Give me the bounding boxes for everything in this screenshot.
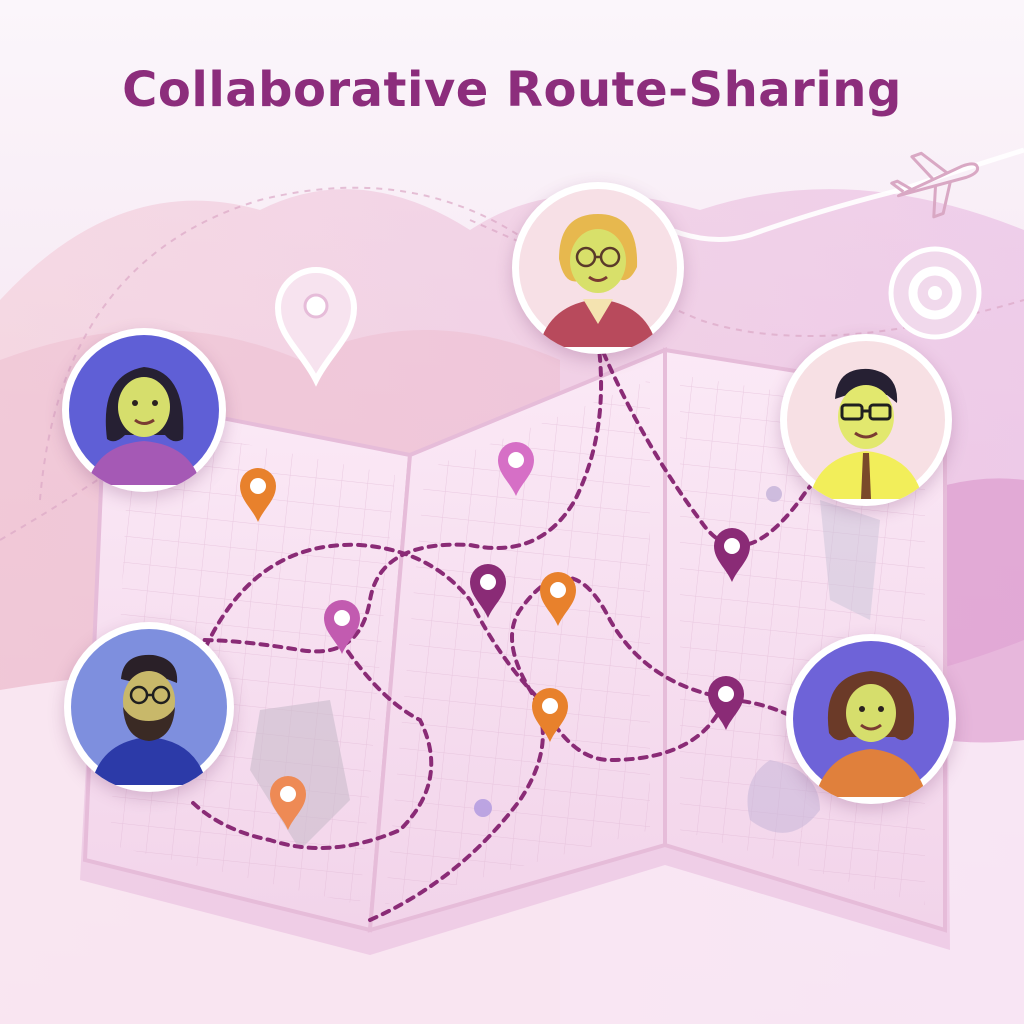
page-title: Collaborative Route-Sharing <box>122 62 902 118</box>
target-icon <box>888 246 982 340</box>
avatar-man-glasses <box>780 334 952 506</box>
avatar-illustration <box>793 641 949 797</box>
avatar-man-beard <box>64 622 234 792</box>
avatar-illustration <box>71 629 227 785</box>
avatar-illustration <box>69 335 219 485</box>
avatar-woman-dark-hair <box>62 328 226 492</box>
avatar-woman-brown-hair <box>786 634 956 804</box>
illustration-canvas <box>0 147 1024 1024</box>
avatar-illustration <box>519 189 677 347</box>
avatar-woman-glasses <box>512 182 684 354</box>
avatar-illustration <box>787 341 945 499</box>
